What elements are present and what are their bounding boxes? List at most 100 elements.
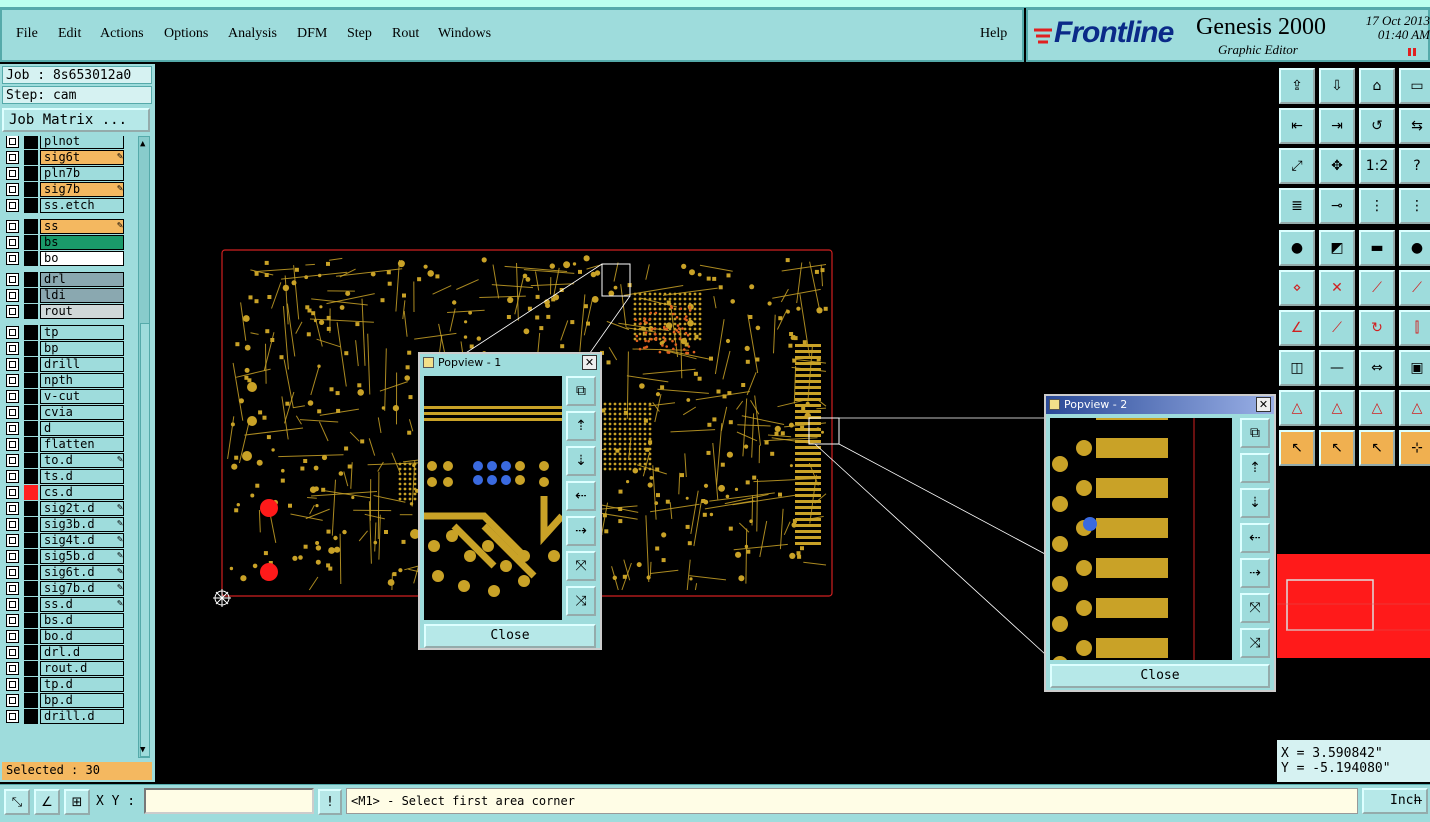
popview-tool-icon[interactable]: ⇣ — [566, 446, 596, 476]
layer-name[interactable]: drill.d — [40, 709, 124, 724]
window-icon[interactable]: ▭ — [1399, 68, 1430, 104]
layer-row[interactable]: d — [4, 421, 126, 436]
menu-help[interactable]: Help — [980, 26, 1007, 42]
layer-color-swatch[interactable] — [24, 389, 38, 404]
menu-file[interactable]: File — [16, 26, 38, 42]
xy-input[interactable] — [144, 788, 314, 814]
layer-name[interactable]: drl.d — [40, 645, 124, 660]
layer-color-swatch[interactable] — [24, 421, 38, 436]
layer-row[interactable]: npth — [4, 373, 126, 388]
layer-name[interactable]: sig5b.d — [40, 549, 124, 564]
menu-step[interactable]: Step — [347, 26, 372, 42]
layer-checkbox[interactable] — [6, 550, 19, 563]
select-circle-icon[interactable]: ↖ — [1359, 430, 1395, 466]
layer-checkbox[interactable] — [6, 167, 19, 180]
layer-checkbox[interactable] — [6, 199, 19, 212]
pad-icon[interactable]: ● — [1279, 230, 1315, 266]
layer-name[interactable]: sig4t.d — [40, 533, 124, 548]
popview-2-close-button[interactable]: Close — [1050, 664, 1270, 688]
layer-color-swatch[interactable] — [24, 501, 38, 516]
open-step-icon[interactable]: ⇪ — [1279, 68, 1315, 104]
popview-1-titlebar[interactable]: Popview - 1 ✕ — [420, 354, 600, 372]
layer-name[interactable]: bo — [40, 251, 124, 266]
layer-checkbox[interactable] — [6, 630, 19, 643]
layer-checkbox[interactable] — [6, 486, 19, 499]
snap-icon[interactable]: ⤡ — [4, 789, 30, 815]
layer-row[interactable]: sig3b.d ✎ — [4, 517, 126, 532]
layer-name[interactable]: bs.d — [40, 613, 124, 628]
layer-checkbox[interactable] — [6, 598, 19, 611]
units-selector[interactable]: Inch – — [1362, 788, 1428, 814]
connect-icon[interactable]: ⊸ — [1319, 188, 1355, 224]
popview-tool-icon[interactable]: ⧉ — [566, 376, 596, 406]
ruler-icon[interactable]: ▬ — [1359, 230, 1395, 266]
popview-2-close-icon[interactable]: ✕ — [1256, 397, 1271, 412]
layer-color-swatch[interactable] — [24, 150, 38, 165]
layer-color-swatch[interactable] — [24, 288, 38, 303]
shape-icon[interactable]: ▣ — [1399, 350, 1430, 386]
layer-name[interactable]: to.d — [40, 453, 124, 468]
layer-color-swatch[interactable] — [24, 581, 38, 596]
popview-tool-icon[interactable]: ⇢ — [1240, 558, 1270, 588]
split-icon[interactable]: ⫿ — [1399, 310, 1430, 346]
layer-name[interactable]: sig6t — [40, 150, 124, 165]
layer-color-swatch[interactable] — [24, 693, 38, 708]
pointer-icon[interactable]: ↖ — [1279, 430, 1315, 466]
layer-name[interactable]: tp — [40, 325, 124, 340]
layer-row[interactable]: ss ✎ — [4, 219, 126, 234]
layer-name[interactable]: ss — [40, 219, 124, 234]
layer-name[interactable]: npth — [40, 373, 124, 388]
triangle-icon[interactable]: △ — [1399, 390, 1430, 426]
layer-name[interactable]: d — [40, 421, 124, 436]
layer-checkbox[interactable] — [6, 151, 19, 164]
triangle-icon[interactable]: △ — [1319, 390, 1355, 426]
layer-color-swatch[interactable] — [24, 597, 38, 612]
menu-rout[interactable]: Rout — [392, 26, 419, 42]
layer-name[interactable]: rout — [40, 304, 124, 319]
layer-color-swatch[interactable] — [24, 709, 38, 724]
layer-color-swatch[interactable] — [24, 341, 38, 356]
layer-row[interactable]: bo.d — [4, 629, 126, 644]
layer-row[interactable]: sig5b.d ✎ — [4, 549, 126, 564]
menu-analysis[interactable]: Analysis — [228, 26, 277, 42]
menu-windows[interactable]: Windows — [438, 26, 491, 42]
layer-color-swatch[interactable] — [24, 198, 38, 213]
layer-color-swatch[interactable] — [24, 166, 38, 181]
help-icon[interactable]: ? — [1399, 148, 1430, 184]
arc-icon[interactable]: ↻ — [1359, 310, 1395, 346]
menu-options[interactable]: Options — [164, 26, 208, 42]
layer-color-swatch[interactable] — [24, 304, 38, 319]
layer-checkbox[interactable] — [6, 646, 19, 659]
layer-row[interactable]: sig6t.d ✎ — [4, 565, 126, 580]
layer-row[interactable]: bs.d — [4, 613, 126, 628]
layer-row[interactable]: tp.d — [4, 677, 126, 692]
layer-color-swatch[interactable] — [24, 373, 38, 388]
zoom-fit-icon[interactable]: ⤢ — [1279, 148, 1315, 184]
layer-checkbox[interactable] — [6, 358, 19, 371]
layer-row[interactable]: bs — [4, 235, 126, 250]
popview-tool-icon[interactable]: ⇡ — [566, 411, 596, 441]
popview-tool-icon[interactable]: ⇠ — [1240, 523, 1270, 553]
layer-checkbox[interactable] — [6, 614, 19, 627]
layer-checkbox[interactable] — [6, 710, 19, 723]
layer-row[interactable]: plnot — [4, 136, 126, 149]
layer-name[interactable]: drill — [40, 357, 124, 372]
layer-color-swatch[interactable] — [24, 136, 38, 149]
layer-name[interactable]: drl — [40, 272, 124, 287]
resize-icon[interactable]: ⇔ — [1359, 350, 1395, 386]
layer-name[interactable]: bo.d — [40, 629, 124, 644]
layer-color-swatch[interactable] — [24, 661, 38, 676]
layer-checkbox[interactable] — [6, 662, 19, 675]
popview-tool-icon[interactable]: ⇣ — [1240, 488, 1270, 518]
layer-checkbox[interactable] — [6, 236, 19, 249]
measure-icon[interactable]: ∠ — [34, 789, 60, 815]
layer-name[interactable]: sig6t.d — [40, 565, 124, 580]
layer-row[interactable]: sig4t.d ✎ — [4, 533, 126, 548]
layer-row[interactable]: ss.etch — [4, 198, 126, 213]
align-icon[interactable]: ⋮ — [1399, 188, 1430, 224]
layer-color-swatch[interactable] — [24, 219, 38, 234]
layer-name[interactable]: sig7b — [40, 182, 124, 197]
layer-color-swatch[interactable] — [24, 182, 38, 197]
undo-icon[interactable]: ↺ — [1359, 108, 1395, 144]
layer-checkbox[interactable] — [6, 390, 19, 403]
